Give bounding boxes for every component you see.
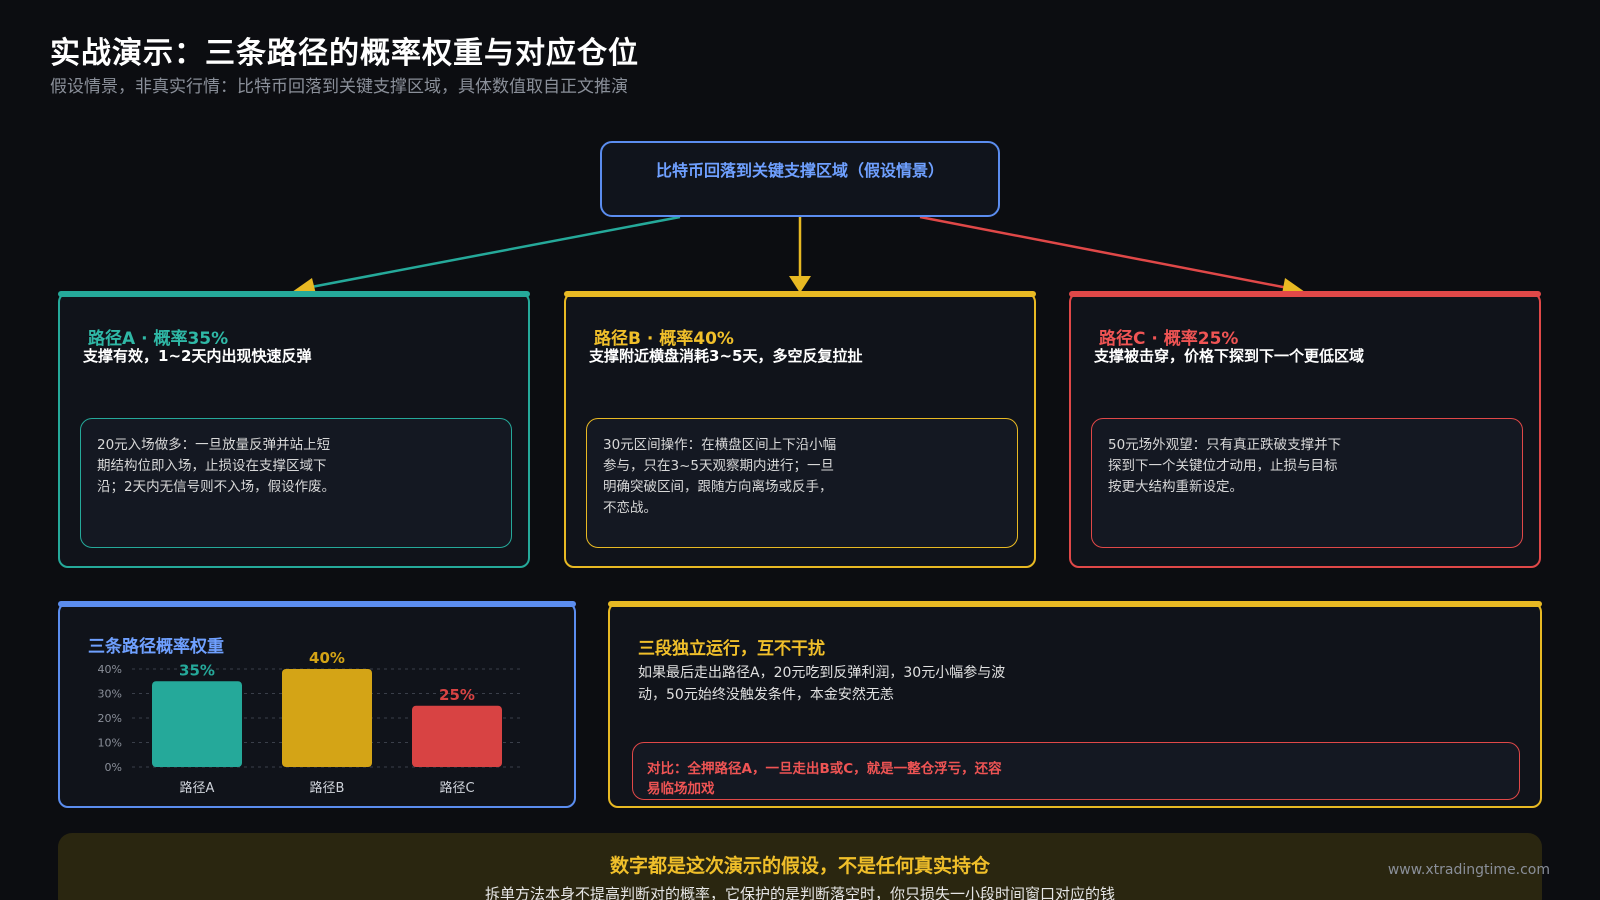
path-b-action-box: 30元区间操作：在横盘区间上下沿小幅参与，只在3~5天观察期内进行；一旦明确突破…	[586, 418, 1018, 548]
disclaimer-banner: 数字都是这次演示的假设，不是任何真实持仓 拆单方法本身不提高判断对的概率，它保护…	[58, 833, 1542, 900]
path-a-action-text: 20元入场做多：一旦放量反弹并站上短期结构位即入场，止损设在支撑区域下沿；2天内…	[97, 437, 336, 495]
path-a-description: 支撑有效，1~2天内出现快速反弹	[83, 347, 312, 365]
path-c-accent-bar	[1069, 291, 1541, 297]
x-tick-label: 路径C	[439, 780, 474, 796]
arrow-to-path-c	[919, 215, 1289, 290]
root-scenario-label: 比特币回落到关键支撑区域（假设情景）	[655, 161, 944, 180]
site-watermark: www.xtradingtime.com	[1387, 862, 1550, 878]
bar-value-label: 25%	[439, 686, 475, 704]
y-tick-label: 40%	[98, 663, 122, 676]
path-c-card: 路径C · 概率25% 支撑被击穿，价格下探到下一个更低区域 50元场外观望：只…	[1069, 291, 1541, 568]
bar-路径A	[152, 681, 242, 767]
path-c-action-box: 50元场外观望：只有真正跌破支撑并下探到下一个关键位才动用，止损与目标按更大结构…	[1091, 418, 1523, 548]
path-b-card: 路径B · 概率40% 支撑附近横盘消耗3~5天，多空反复拉扯 30元区间操作：…	[564, 291, 1036, 568]
path-c-description: 支撑被击穿，价格下探到下一个更低区域	[1094, 347, 1365, 365]
y-tick-label: 20%	[98, 712, 122, 725]
y-tick-label: 0%	[105, 761, 122, 774]
y-tick-label: 10%	[98, 737, 122, 750]
comparison-box: 对比：全押路径A，一旦走出B或C，就是一整仓浮亏，还容易临场加戏	[632, 742, 1520, 800]
path-b-action-text: 30元区间操作：在横盘区间上下沿小幅参与，只在3~5天观察期内进行；一旦明确突破…	[603, 437, 837, 516]
bar-路径C	[412, 705, 502, 767]
disclaimer-body: 拆单方法本身不提高判断对的概率，它保护的是判断落空时，你只损失一小段时间窗口对应…	[484, 885, 1115, 900]
bar-value-label: 40%	[309, 649, 345, 667]
x-tick-label: 路径B	[310, 780, 345, 796]
note-title: 三段独立运行，互不干扰	[638, 639, 825, 659]
path-b-accent-bar	[564, 291, 1036, 297]
bar-value-label: 35%	[179, 661, 215, 679]
path-a-action-box: 20元入场做多：一旦放量反弹并站上短期结构位即入场，止损设在支撑区域下沿；2天内…	[80, 418, 512, 548]
disclaimer-title: 数字都是这次演示的假设，不是任何真实持仓	[609, 855, 990, 877]
arrow-to-path-a	[305, 215, 681, 290]
comparison-text: 对比：全押路径A，一旦走出B或C，就是一整仓浮亏，还容易临场加戏	[647, 761, 1002, 797]
probability-chart-card: 三条路径概率权重 0% 10% 20% 30% 40% 35% 路径A 40% 路径B 25% 路径…	[58, 601, 576, 808]
path-a-accent-bar	[58, 291, 530, 297]
note-body: 如果最后走出路径A，20元吃到反弹利润，30元小幅参与波动，50元始终没触发条件…	[638, 665, 1006, 703]
x-tick-label: 路径A	[180, 780, 215, 796]
probability-bar-chart: 0% 10% 20% 30% 40% 35% 路径A 40% 路径B 25% 路径C	[98, 649, 522, 796]
y-tick-label: 30%	[98, 688, 122, 701]
root-scenario-box: 比特币回落到关键支撑区域（假设情景）	[600, 141, 1000, 217]
path-a-card: 路径A · 概率35% 支撑有效，1~2天内出现快速反弹 20元入场做多：一旦放…	[58, 291, 530, 568]
bar-路径B	[282, 669, 372, 767]
independent-note-card: 三段独立运行，互不干扰 如果最后走出路径A，20元吃到反弹利润，30元小幅参与波…	[608, 601, 1542, 808]
path-c-action-text: 50元场外观望：只有真正跌破支撑并下探到下一个关键位才动用，止损与目标按更大结构…	[1108, 437, 1342, 495]
note-accent-bar	[608, 601, 1542, 607]
page-subtitle: 假设情景，非真实行情：比特币回落到关键支撑区域，具体数值取自正文推演	[50, 77, 628, 97]
path-b-description: 支撑附近横盘消耗3~5天，多空反复拉扯	[589, 347, 863, 365]
page-title: 实战演示：三条路径的概率权重与对应仓位	[50, 36, 639, 71]
